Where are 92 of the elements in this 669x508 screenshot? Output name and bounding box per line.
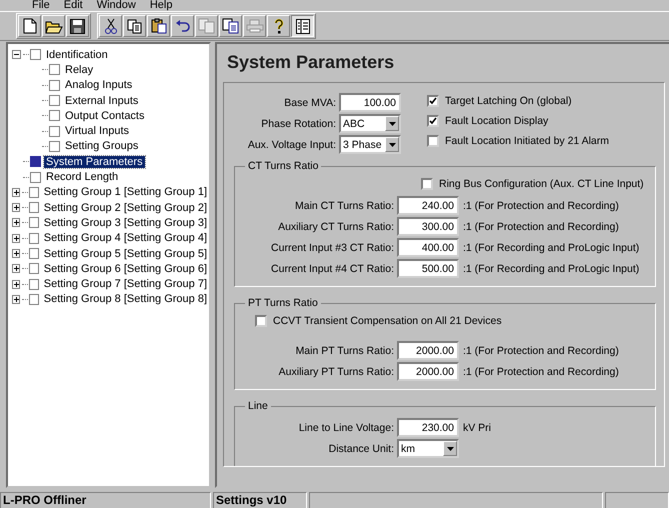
unit-note: :1 (For Protection and Recording) <box>462 366 620 378</box>
tree-item[interactable]: Setting Group 3 [Setting Group 3] <box>42 216 209 229</box>
field-label: Main CT Turns Ratio: <box>294 200 395 212</box>
unit-note: :1 (For Recording and ProLogic Input) <box>462 262 640 274</box>
checkbox-label: Target Latching On (global) <box>445 95 572 107</box>
expand-icon[interactable] <box>12 203 20 212</box>
clipboard-icon <box>150 18 166 34</box>
documents-icon <box>222 18 239 34</box>
section-title: Line <box>247 401 269 412</box>
tree-item[interactable]: Record Length <box>44 171 120 184</box>
unit-note: :1 (For Protection and Recording) <box>462 344 620 356</box>
number-field[interactable]: 300.00 <box>397 217 459 236</box>
menu-item[interactable]: Edit <box>64 0 83 11</box>
menu-item[interactable]: Window <box>96 0 136 11</box>
tree-item[interactable]: Setting Group 8 [Setting Group 8] <box>42 293 209 306</box>
section-title: CT Turns Ratio <box>247 161 320 172</box>
tree-item[interactable]: External Inputs <box>63 94 140 107</box>
number-field[interactable]: 400.00 <box>397 238 459 257</box>
undo-arrow-icon <box>175 20 190 32</box>
checkbox-label: Fault Location Display <box>445 115 548 127</box>
tree-item[interactable]: Setting Group 7 [Setting Group 7] <box>42 278 209 290</box>
unit-note: :1 (For Protection and Recording) <box>462 220 620 232</box>
question-mark-icon <box>274 18 284 34</box>
tree-node-square <box>30 156 41 168</box>
field-label: Auxiliary PT Turns Ratio: <box>278 366 395 378</box>
field-label: Phase Rotation: <box>260 118 337 130</box>
expand-icon[interactable] <box>12 280 20 289</box>
field-label: Line to Line Voltage: <box>298 422 395 434</box>
copy-icon <box>126 18 142 34</box>
field-label: Base MVA: <box>283 96 337 108</box>
menu-item[interactable]: File <box>32 0 50 11</box>
printer-icon <box>246 19 264 33</box>
section-title: PT Turns Ratio <box>247 298 319 309</box>
tree-item[interactable]: Setting Group 2 [Setting Group 2] <box>42 202 209 214</box>
folder-icon <box>44 18 62 34</box>
status-panel <box>605 492 669 508</box>
expand-icon[interactable] <box>12 264 20 274</box>
menu-item[interactable]: Help <box>150 0 172 11</box>
checkbox-label: Fault Location Initiated by 21 Alarm <box>445 135 610 147</box>
field-label: Auxiliary CT Turns Ratio: <box>277 220 395 232</box>
dropdown-arrow-icon <box>446 446 454 450</box>
tree-item[interactable]: Setting Group 5 [Setting Group 5] <box>42 248 209 260</box>
expand-icon[interactable] <box>12 234 20 243</box>
dropdown-arrow-icon <box>388 122 396 126</box>
tree-item[interactable]: Setting Groups <box>63 140 140 152</box>
status-text: Settings v10 <box>213 492 307 508</box>
tree-item[interactable]: Identification <box>44 48 110 61</box>
unit-note: :1 (For Recording and ProLogic Input) <box>462 242 640 254</box>
scissors-icon <box>104 18 116 34</box>
toolbar-button[interactable] <box>291 15 314 37</box>
number-field[interactable]: 240.00 <box>397 196 459 215</box>
new-document-icon <box>22 18 36 34</box>
checkbox[interactable] <box>255 315 267 327</box>
tree-item[interactable]: System Parameters <box>44 156 145 168</box>
number-field[interactable]: 100.00 <box>339 93 401 112</box>
unit-note: kV Pri <box>462 422 492 434</box>
number-field[interactable]: 2000.00 <box>397 341 459 360</box>
dropdown-field[interactable]: ABC <box>339 114 401 133</box>
checkbox[interactable] <box>427 95 439 107</box>
unit-note: :1 (For Protection and Recording) <box>462 200 620 212</box>
checkbox[interactable] <box>421 178 433 190</box>
tree-item[interactable]: Output Contacts <box>63 110 146 122</box>
documents-icon <box>198 18 215 34</box>
tree-item[interactable]: Virtual Inputs <box>63 125 132 138</box>
expand-icon[interactable] <box>12 294 20 304</box>
tree-item[interactable]: Analog Inputs <box>63 79 134 92</box>
tree-item[interactable]: Setting Group 4 [Setting Group 4] <box>42 232 209 244</box>
field-label: Aux. Voltage Input: <box>246 138 337 150</box>
expand-icon[interactable] <box>12 249 20 258</box>
expand-icon[interactable] <box>12 188 20 197</box>
status-text: L-PRO Offliner <box>0 492 211 508</box>
tree-item[interactable]: Relay <box>63 64 96 76</box>
dropdown-field[interactable]: 3 Phase <box>339 135 401 154</box>
checkbox-label: Ring Bus Configuration (Aux. CT Line Input) <box>439 178 644 190</box>
dropdown-field[interactable]: km <box>397 439 459 458</box>
checkbox[interactable] <box>427 115 439 127</box>
list-view-icon <box>296 18 310 34</box>
field-label: Current Input #3 CT Ratio: <box>270 242 395 254</box>
field-label: Main PT Turns Ratio: <box>294 344 395 356</box>
tree-item[interactable]: Setting Group 6 [Setting Group 6] <box>42 262 209 275</box>
checkbox-label: CCVT Transient Compensation on All 21 Devices <box>273 315 502 327</box>
number-field[interactable]: 2000.00 <box>397 362 459 381</box>
field-label: Current Input #4 CT Ratio: <box>270 262 395 274</box>
page-title: System Parameters <box>226 51 396 74</box>
number-field[interactable]: 230.00 <box>397 418 459 437</box>
number-field[interactable]: 500.00 <box>397 259 459 278</box>
tree-item[interactable]: Setting Group 1 [Setting Group 1] <box>42 186 209 198</box>
expand-icon[interactable] <box>12 218 20 228</box>
field-label: Distance Unit: <box>328 442 395 454</box>
checkbox[interactable] <box>427 135 439 147</box>
collapse-icon[interactable] <box>12 50 21 60</box>
dropdown-arrow-icon <box>388 142 396 146</box>
